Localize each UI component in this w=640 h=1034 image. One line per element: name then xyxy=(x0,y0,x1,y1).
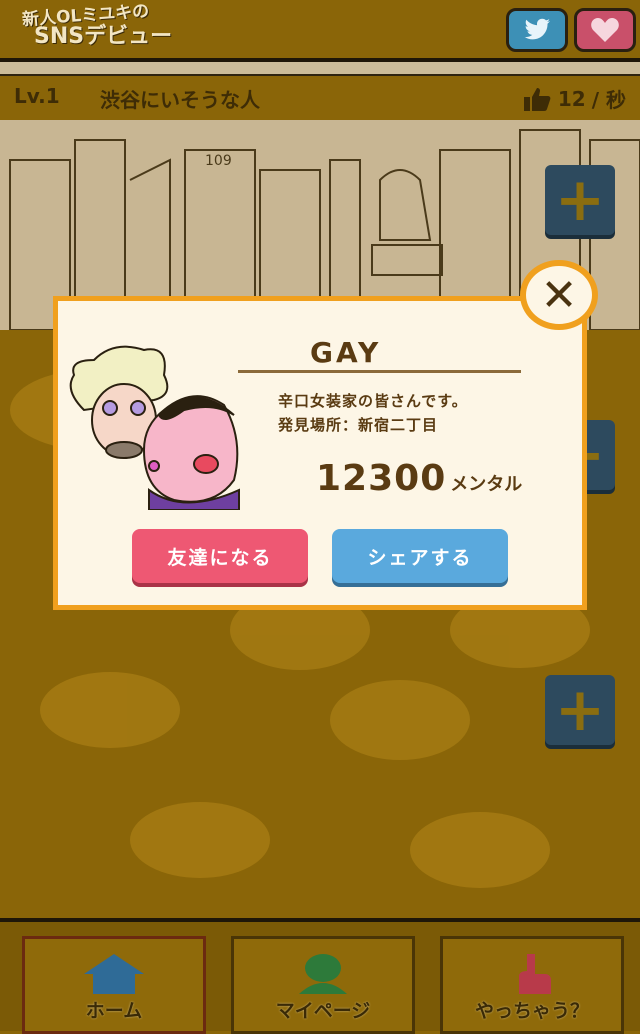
character-name: GAY xyxy=(310,336,382,369)
found-location: 発見場所：新宿二丁目 xyxy=(278,416,439,434)
name-divider xyxy=(238,370,521,373)
mental-score: 12300 メンタル xyxy=(316,458,522,499)
character-portrait xyxy=(69,345,240,510)
mental-score-unit: メンタル xyxy=(450,474,523,495)
close-icon: ✕ xyxy=(540,269,578,321)
befriend-button[interactable]: 友達になる xyxy=(132,529,308,583)
character-description: 辛口女装家の皆さんです。 xyxy=(278,392,468,410)
share-button[interactable]: シェアする xyxy=(332,529,508,583)
character-detail-popup: GAY 辛口女装家の皆さんです。 発見場所：新宿二丁目 12300 メンタル 友… xyxy=(0,0,640,1027)
mental-score-value: 12300 xyxy=(316,458,447,499)
close-button[interactable]: ✕ xyxy=(520,260,598,330)
